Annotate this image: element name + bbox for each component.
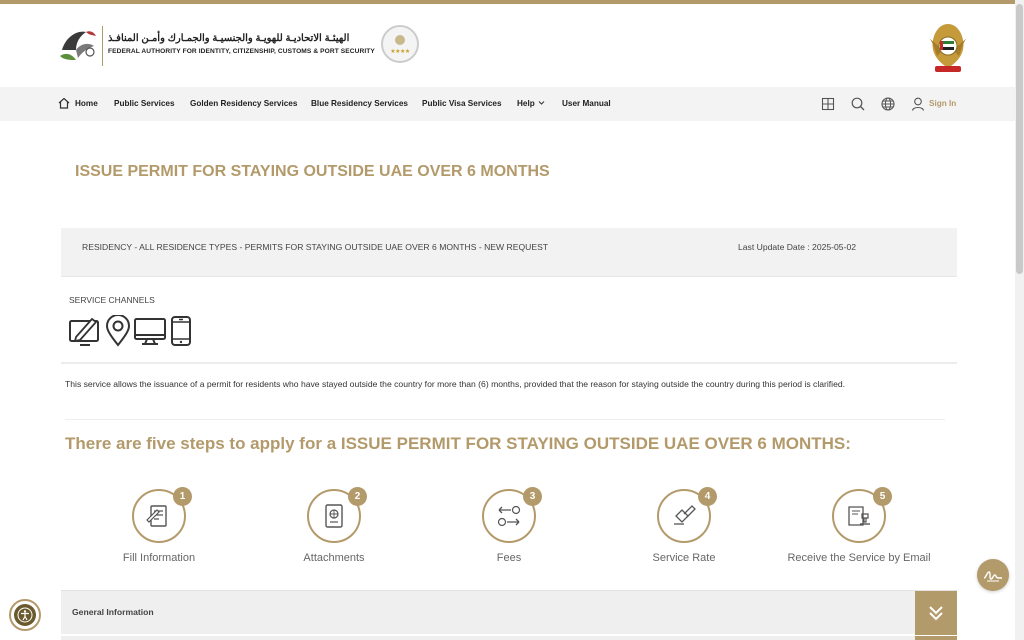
accessibility-button[interactable] (9, 599, 41, 631)
step-number-badge: 3 (523, 487, 542, 506)
step-label: Fill Information (122, 552, 196, 564)
uae-emblem-icon (929, 24, 967, 72)
nav-public-services[interactable]: Public Services (114, 99, 175, 108)
chevron-down-icon (538, 101, 545, 105)
main-navigation: Home Public Services Golden Residency Se… (0, 87, 1015, 121)
step-number-badge: 4 (698, 487, 717, 506)
accordion-expand-button[interactable] (915, 591, 957, 635)
accordion-label: General Information (72, 607, 154, 617)
search-icon[interactable] (850, 96, 866, 112)
signature-floating-button[interactable] (977, 559, 1009, 591)
home-icon[interactable] (57, 96, 71, 110)
double-chevron-down-icon (929, 606, 943, 621)
last-update-date: Last Update Date : 2025-05-02 (738, 242, 857, 252)
passport-icon (325, 504, 343, 528)
stamp-document-icon (848, 506, 870, 526)
site-header: الهيئـة الاتحاديـة للهويـة والجنسيـة وال… (0, 4, 1015, 87)
thumbs-rating-icon (674, 505, 696, 525)
form-pen-icon (146, 505, 167, 527)
step-fees: 3 Fees (419, 487, 599, 569)
breadcrumb: RESIDENCY - ALL RESIDENCE TYPES - PERMIT… (82, 242, 549, 252)
step-label: Fees (496, 552, 522, 564)
scrollbar-thumb[interactable] (1016, 4, 1023, 274)
accessibility-icon (17, 607, 33, 623)
mobile-icon (171, 316, 191, 346)
step-attachments: 2 Attachments (244, 487, 424, 569)
step-label: Receive the Service by Email (787, 552, 931, 564)
service-channels-title: SERVICE CHANNELS (69, 295, 155, 305)
accessibility-button-inner (14, 604, 36, 626)
service-description: This service allows the issuance of a pe… (65, 379, 846, 389)
logo-divider (102, 26, 103, 66)
signature-icon (983, 571, 1002, 582)
user-icon[interactable] (910, 96, 926, 112)
step-label: Attachments (303, 552, 365, 564)
nav-user-manual[interactable]: User Manual (562, 99, 611, 108)
falcon-logo-icon[interactable] (56, 22, 100, 66)
step-number-badge: 2 (348, 487, 367, 506)
money-exchange-icon (497, 505, 521, 527)
location-pin-icon (105, 315, 131, 347)
step-label: Service Rate (652, 552, 716, 564)
accordion-general-information[interactable]: General Information (61, 590, 957, 635)
nav-public-visa[interactable]: Public Visa Services (422, 99, 502, 108)
rating-stars: ★★★★ (390, 49, 410, 55)
seal-emblem-icon (395, 35, 405, 45)
section-divider (65, 419, 945, 420)
nav-golden-residency[interactable]: Golden Residency Services (190, 99, 297, 108)
step-number-badge: 1 (173, 487, 192, 506)
service-channels-panel: SERVICE CHANNELS (61, 277, 957, 364)
sign-in-link[interactable]: Sign In (929, 99, 956, 108)
grid-icon[interactable] (820, 96, 836, 112)
nav-help[interactable]: Help (517, 99, 535, 108)
step-service-rate: 4 Service Rate (594, 487, 774, 569)
desktop-icon (134, 318, 166, 345)
org-name-arabic: الهيئـة الاتحاديـة للهويـة والجنسيـة وال… (108, 33, 350, 44)
accordion-next-toggle[interactable] (915, 636, 957, 640)
nav-blue-residency[interactable]: Blue Residency Services (311, 99, 408, 108)
globe-icon[interactable] (880, 96, 896, 112)
computer-pen-icon (69, 317, 99, 346)
step-fill-information: 1 Fill Information (69, 487, 249, 569)
nav-home[interactable]: Home (75, 99, 98, 108)
org-name-english: FEDERAL AUTHORITY FOR IDENTITY, CITIZENS… (108, 48, 375, 55)
page-title: ISSUE PERMIT FOR STAYING OUTSIDE UAE OVE… (75, 163, 550, 180)
service-breadcrumb-bar: RESIDENCY - ALL RESIDENCE TYPES - PERMIT… (61, 228, 957, 277)
page-scrollbar[interactable] (1015, 0, 1024, 640)
accordion-next-section[interactable] (61, 636, 957, 640)
step-number-badge: 5 (873, 487, 892, 506)
rating-seal-badge: ★★★★ (381, 25, 419, 63)
steps-heading: There are five steps to apply for a ISSU… (65, 434, 851, 453)
step-receive-by-email: 5 Receive the Service by Email (769, 487, 949, 569)
